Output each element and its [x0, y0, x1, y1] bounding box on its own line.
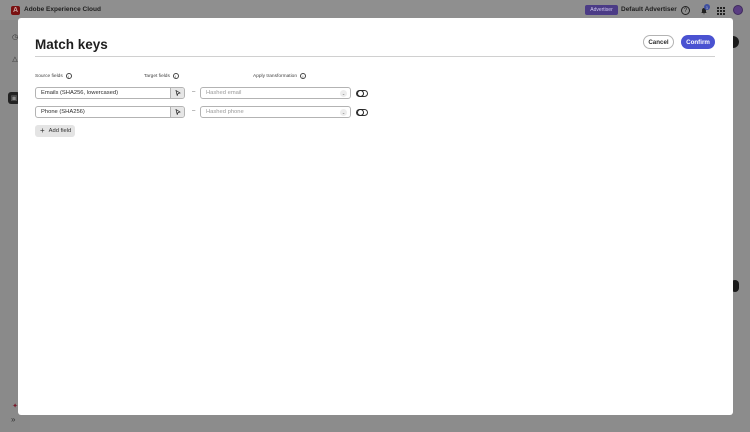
target-field-select[interactable]: Hashed phone ⌄ [200, 106, 351, 118]
cancel-button[interactable]: Cancel [643, 35, 674, 49]
toggle-knob [357, 90, 364, 97]
add-field-button[interactable]: + Add field [35, 125, 75, 137]
brand-name: Adobe Experience Cloud [24, 6, 101, 13]
confirm-button[interactable]: Confirm [681, 35, 715, 49]
toggle-knob [357, 109, 364, 116]
mapping-separator: – [192, 108, 196, 114]
match-keys-dialog: Match keys Cancel Confirm Source fields … [18, 18, 733, 415]
info-icon[interactable]: i [300, 73, 306, 79]
chevron-down-icon: ⌄ [340, 90, 347, 97]
avatar[interactable] [733, 5, 743, 15]
app-header: A Adobe Experience Cloud Advertiser Defa… [0, 0, 750, 20]
transformation-toggle[interactable] [356, 109, 368, 116]
source-field-value: Phone (SHA256) [41, 109, 85, 115]
field-picker-icon[interactable] [170, 88, 184, 98]
notification-count-badge: 1 [704, 4, 710, 10]
info-icon[interactable]: i [65, 73, 72, 79]
dialog-title: Match keys [35, 37, 108, 52]
apply-transformation-label: Apply transformation [253, 73, 297, 79]
help-icon[interactable]: ? [681, 6, 690, 15]
target-fields-header: Target fields i [144, 73, 179, 79]
target-field-select[interactable]: Hashed email ⌄ [200, 87, 351, 99]
source-field-input[interactable]: Phone (SHA256) [35, 106, 185, 118]
chevron-down-icon: ⌄ [340, 109, 347, 116]
target-fields-label: Target fields [144, 73, 170, 79]
adobe-logo-icon: A [11, 6, 20, 15]
add-field-label: Add field [48, 128, 72, 134]
plus-icon: + [40, 126, 45, 135]
field-picker-icon[interactable] [170, 107, 184, 117]
target-field-placeholder: Hashed phone [206, 109, 244, 115]
apply-transformation-header: Apply transformation i [253, 73, 306, 79]
source-fields-label: Source fields [35, 73, 63, 79]
info-icon[interactable]: i [172, 73, 179, 79]
source-fields-header: Source fields i [35, 73, 72, 79]
expand-rail-icon[interactable]: » [11, 415, 15, 424]
apps-grid-icon[interactable] [716, 6, 725, 15]
source-field-input[interactable]: Emails (SHA256, lowercased) [35, 87, 185, 99]
advertiser-badge[interactable]: Advertiser [585, 5, 618, 15]
transformation-toggle[interactable] [356, 90, 368, 97]
source-field-value: Emails (SHA256, lowercased) [41, 90, 118, 96]
mapping-separator: – [192, 89, 196, 95]
header-divider [35, 56, 715, 57]
target-field-placeholder: Hashed email [206, 90, 242, 96]
advertiser-name[interactable]: Default Advertiser [621, 6, 677, 13]
